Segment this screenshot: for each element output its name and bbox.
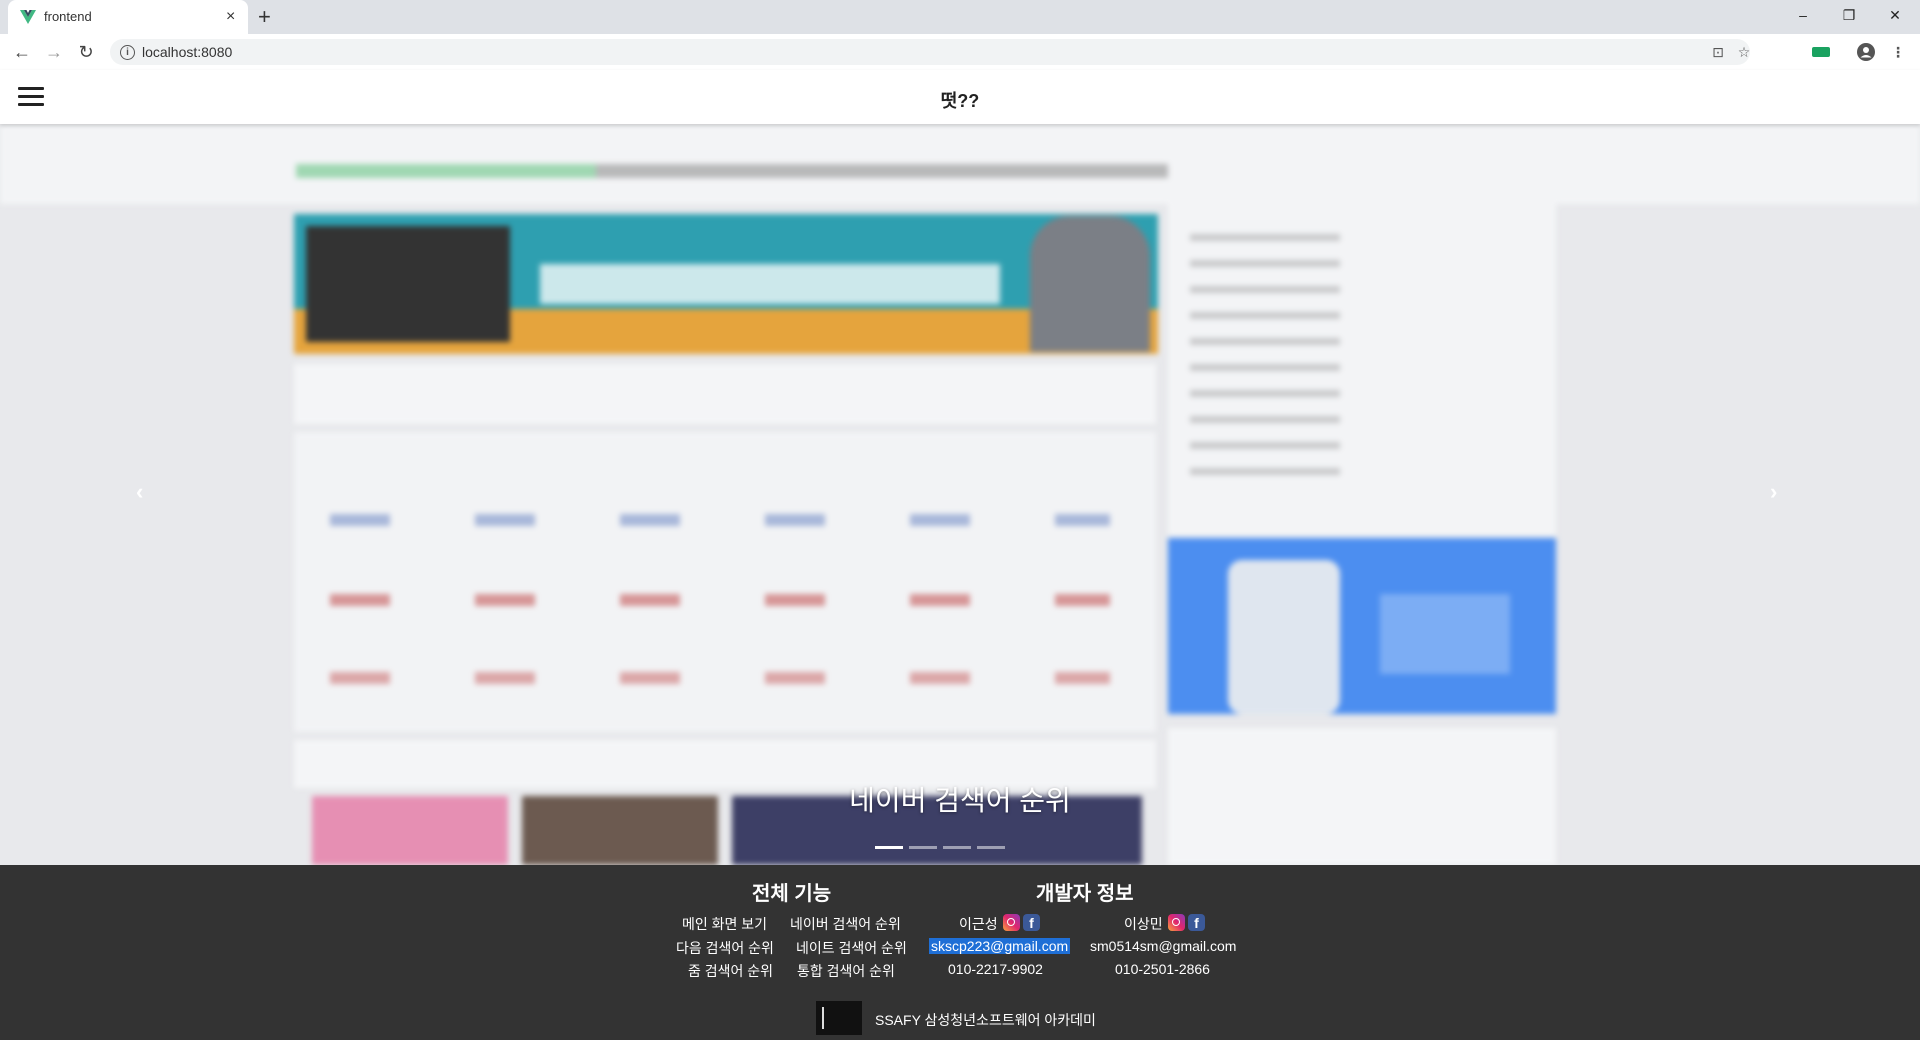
minimize-button[interactable]: – (1780, 0, 1826, 30)
facebook-icon[interactable]: f (1023, 914, 1040, 931)
profile-icon[interactable] (1856, 42, 1876, 62)
developer-name: 이근성 (959, 916, 998, 932)
org-name: SSAFY 삼성청년소프트웨어 아카데미 (875, 1012, 1096, 1028)
carousel-indicator[interactable] (977, 846, 1005, 849)
developer-phone: 010-2501-2866 (1115, 961, 1210, 977)
extension-icon[interactable] (1812, 47, 1830, 57)
carousel-indicator[interactable] (909, 846, 937, 849)
developer-name: 이상민 (1124, 916, 1163, 932)
close-window-button[interactable]: ✕ (1872, 0, 1918, 30)
link-total-rank[interactable]: 통합 검색어 순위 (797, 961, 895, 981)
developer-email[interactable]: skscp223@gmail.com (929, 938, 1071, 954)
carousel-caption: 네이버 검색어 순위 (849, 785, 1071, 816)
developers-heading: 개발자 정보 (1036, 883, 1134, 905)
ssafy-logo (816, 1001, 862, 1035)
browser-toolbar: ← → ↻ i localhost:8080 ⊡ ☆ ⋮ (0, 34, 1920, 71)
carousel: ‹ › 네이버 검색어 순위 (0, 124, 1920, 865)
link-zum-rank[interactable]: 줌 검색어 순위 (688, 961, 773, 981)
reload-icon[interactable]: ↻ (74, 40, 98, 64)
carousel-next-icon[interactable]: › (1770, 479, 1777, 505)
link-nate-rank[interactable]: 네이트 검색어 순위 (796, 938, 907, 958)
carousel-indicators (875, 836, 1011, 849)
developer-phone: 010-2217-9902 (948, 961, 1043, 977)
carousel-indicator[interactable] (943, 846, 971, 849)
back-icon[interactable]: ← (10, 40, 34, 64)
forward-icon[interactable]: → (42, 40, 66, 64)
carousel-slide-image (0, 124, 1920, 865)
page-title: 떳?? (940, 91, 980, 111)
instagram-icon[interactable] (1168, 914, 1185, 931)
link-daum-rank[interactable]: 다음 검색어 순위 (676, 938, 774, 958)
instagram-icon[interactable] (1003, 914, 1020, 931)
app-header: 떳?? (0, 70, 1920, 124)
address-bar[interactable]: i localhost:8080 ⊡ ☆ (110, 39, 1750, 65)
browser-tab-bar: frontend × + – ❐ ✕ (0, 0, 1920, 34)
tab-title: frontend (44, 9, 92, 24)
facebook-icon[interactable]: f (1188, 914, 1205, 931)
features-heading: 전체 기능 (752, 883, 832, 905)
carousel-prev-icon[interactable]: ‹ (136, 479, 143, 505)
star-icon[interactable]: ☆ (1734, 42, 1754, 62)
translate-icon[interactable]: ⊡ (1708, 42, 1728, 62)
restore-button[interactable]: ❐ (1826, 0, 1872, 30)
browser-tab[interactable]: frontend × (8, 0, 248, 34)
developer-email[interactable]: sm0514sm@gmail.com (1090, 938, 1236, 954)
link-main[interactable]: 메인 화면 보기 (682, 914, 767, 934)
tab-close-icon[interactable]: × (226, 7, 235, 27)
menu-dots-icon[interactable]: ⋮ (1888, 42, 1908, 62)
link-naver-rank[interactable]: 네이버 검색어 순위 (790, 914, 901, 934)
vue-favicon-icon (20, 10, 36, 24)
new-tab-button[interactable]: + (258, 4, 271, 30)
url-text[interactable]: localhost:8080 (142, 44, 232, 60)
info-icon[interactable]: i (120, 45, 135, 60)
carousel-indicator[interactable] (875, 846, 903, 849)
